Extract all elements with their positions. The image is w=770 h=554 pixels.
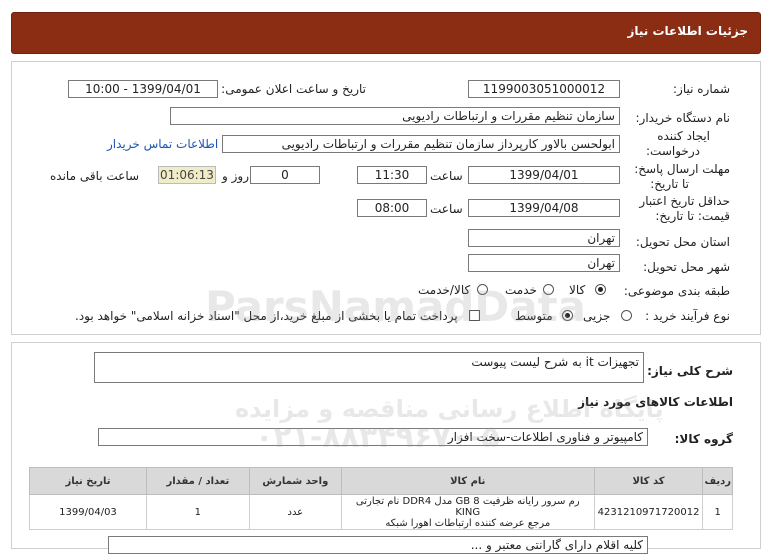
deadline-label-2: تا تاریخ: [650,177,689,191]
cell-name-line1: رم سرور رایانه ظرفیت 8 GB مدل DDR4 نام ت… [355,495,580,518]
creator-label-1: ایجاد کننده [657,129,710,143]
treasury-payment-note: پرداخت تمام یا بخشی از مبلغ خرید،از محل … [75,309,458,323]
validity-time-field: 08:00 [357,199,427,217]
cell-index: 1 [702,494,733,530]
need-number-field: 1199003051000012 [468,80,620,98]
category-radio-service[interactable] [543,284,554,295]
deadline-label-1: مهلت ارسال پاسخ: [634,162,730,176]
validity-label-2: قیمت: تا تاریخ: [655,209,730,223]
deadline-date-field: 1399/04/01 [468,166,620,184]
validity-time-label: ساعت [430,202,463,216]
process-option-minor: جزیی [583,309,611,323]
remaining-timer: 01:06:13 [158,166,216,184]
col-code: کد کالا [593,467,704,495]
creator-field: ابولحسن بالاور کارپرداز سازمان تنظیم مقر… [222,135,620,153]
description-label: شرح کلی نیاز: [647,364,733,378]
remaining-label: ساعت باقی مانده [50,169,140,183]
validity-date-field: 1399/04/08 [468,199,620,217]
page-title: جزئیات اطلاعات نیاز [627,24,748,38]
treasury-payment-checkbox[interactable] [469,310,480,321]
cell-unit: عدد [248,494,342,530]
goods-group-label: گروه کالا: [674,432,733,446]
days-label: روز و [222,169,249,183]
announce-field: 1399/04/01 - 10:00 [68,80,218,98]
category-option-both: کالا/خدمت [418,283,471,297]
page-header: جزئیات اطلاعات نیاز [11,12,761,54]
category-label: طبقه بندی موضوعی: [623,284,730,298]
footer-note-field: کلیه اقلام دارای گارانتی معتبر و ... [108,536,648,554]
goods-table-header: ردیف کد کالا نام کالا واحد شمارش تعداد /… [29,467,733,495]
category-option-goods: کالا [569,283,586,297]
buyer-label: نام دستگاه خریدار: [635,111,731,125]
goods-table: ردیف کد کالا نام کالا واحد شمارش تعداد /… [29,467,733,530]
cell-code: 4231210971720012 [593,494,704,530]
col-name: نام کالا [340,467,595,495]
cell-date: 1399/04/03 [29,494,147,530]
goods-section-title: اطلاعات کالاهای مورد نیاز [578,395,733,409]
cell-name: رم سرور رایانه ظرفیت 8 GB مدل DDR4 نام ت… [340,494,595,530]
city-label: شهر محل تحویل: [643,260,730,274]
validity-label-1: حداقل تاریخ اعتبار [639,194,730,208]
category-radio-both[interactable] [477,284,488,295]
table-row: 1 4231210971720012 رم سرور رایانه ظرفیت … [29,494,733,530]
province-field: تهران [468,229,620,247]
col-index: ردیف [702,467,733,495]
description-field: تجهیزات it به شرح لیست پیوست [94,352,644,383]
col-qty: تعداد / مقدار [145,467,250,495]
category-radio-goods[interactable] [595,284,606,295]
buyer-field: سازمان تنظیم مقررات و ارتباطات رادیویی [170,107,620,125]
deadline-time-field: 11:30 [357,166,427,184]
creator-label-2: درخواست: [646,144,700,158]
cell-name-line2: مرجع عرضه کننده ارتباطات اهورا شبکه [385,517,551,529]
col-date: تاریخ نیاز [29,467,147,495]
province-label: استان محل تحویل: [635,235,730,249]
col-unit: واحد شمارش [248,467,342,495]
process-radio-medium[interactable] [562,310,573,321]
need-number-label: شماره نیاز: [673,82,730,96]
process-label: نوع فرآیند خرید : [645,309,730,323]
contact-buyer-link[interactable]: اطلاعات تماس خریدار [107,137,218,151]
cell-qty: 1 [145,494,250,530]
days-field: 0 [250,166,320,184]
goods-group-field: کامپیوتر و فناوری اطلاعات-سخت افزار [98,428,648,446]
deadline-time-label: ساعت [430,169,463,183]
city-field: تهران [468,254,620,272]
process-radio-minor[interactable] [621,310,632,321]
process-option-medium: متوسط [515,309,553,323]
announce-label: تاریخ و ساعت اعلان عمومی: [221,82,366,96]
category-option-service: خدمت [505,283,537,297]
